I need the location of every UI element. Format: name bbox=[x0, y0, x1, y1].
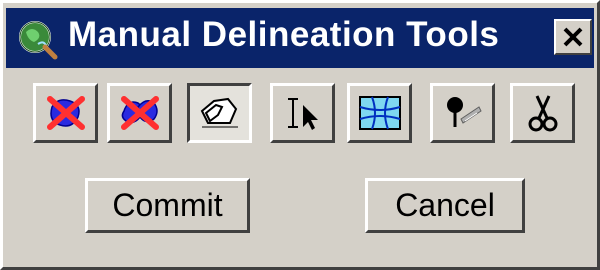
close-icon bbox=[563, 27, 583, 47]
close-button[interactable] bbox=[554, 19, 592, 55]
delete-multiple-polygons-icon bbox=[120, 96, 159, 130]
split-tool-button[interactable] bbox=[510, 83, 575, 143]
manual-delineation-tools-window: Manual Delineation Tools Commit Cancel bbox=[0, 0, 600, 270]
pin-point-icon bbox=[446, 97, 482, 127]
globe-magnifier-icon bbox=[16, 18, 58, 60]
title-bar[interactable]: Manual Delineation Tools bbox=[6, 8, 594, 68]
delete-polygon-tool-button[interactable] bbox=[33, 83, 98, 143]
commit-button[interactable]: Commit bbox=[85, 178, 250, 233]
delete-all-polygons-tool-button[interactable] bbox=[107, 83, 172, 143]
cancel-button[interactable]: Cancel bbox=[365, 178, 525, 233]
grid-tool-button[interactable] bbox=[347, 83, 412, 143]
select-tool-button[interactable] bbox=[270, 83, 335, 143]
scissors-icon bbox=[528, 95, 557, 132]
delete-polygon-icon bbox=[46, 96, 85, 130]
window-title: Manual Delineation Tools bbox=[68, 15, 500, 54]
select-cursor-icon bbox=[287, 98, 318, 130]
draw-polygon-tool-button[interactable] bbox=[187, 83, 252, 143]
draw-polygon-icon bbox=[200, 97, 238, 128]
grid-delineation-icon bbox=[358, 96, 401, 130]
point-tool-button[interactable] bbox=[430, 83, 495, 143]
